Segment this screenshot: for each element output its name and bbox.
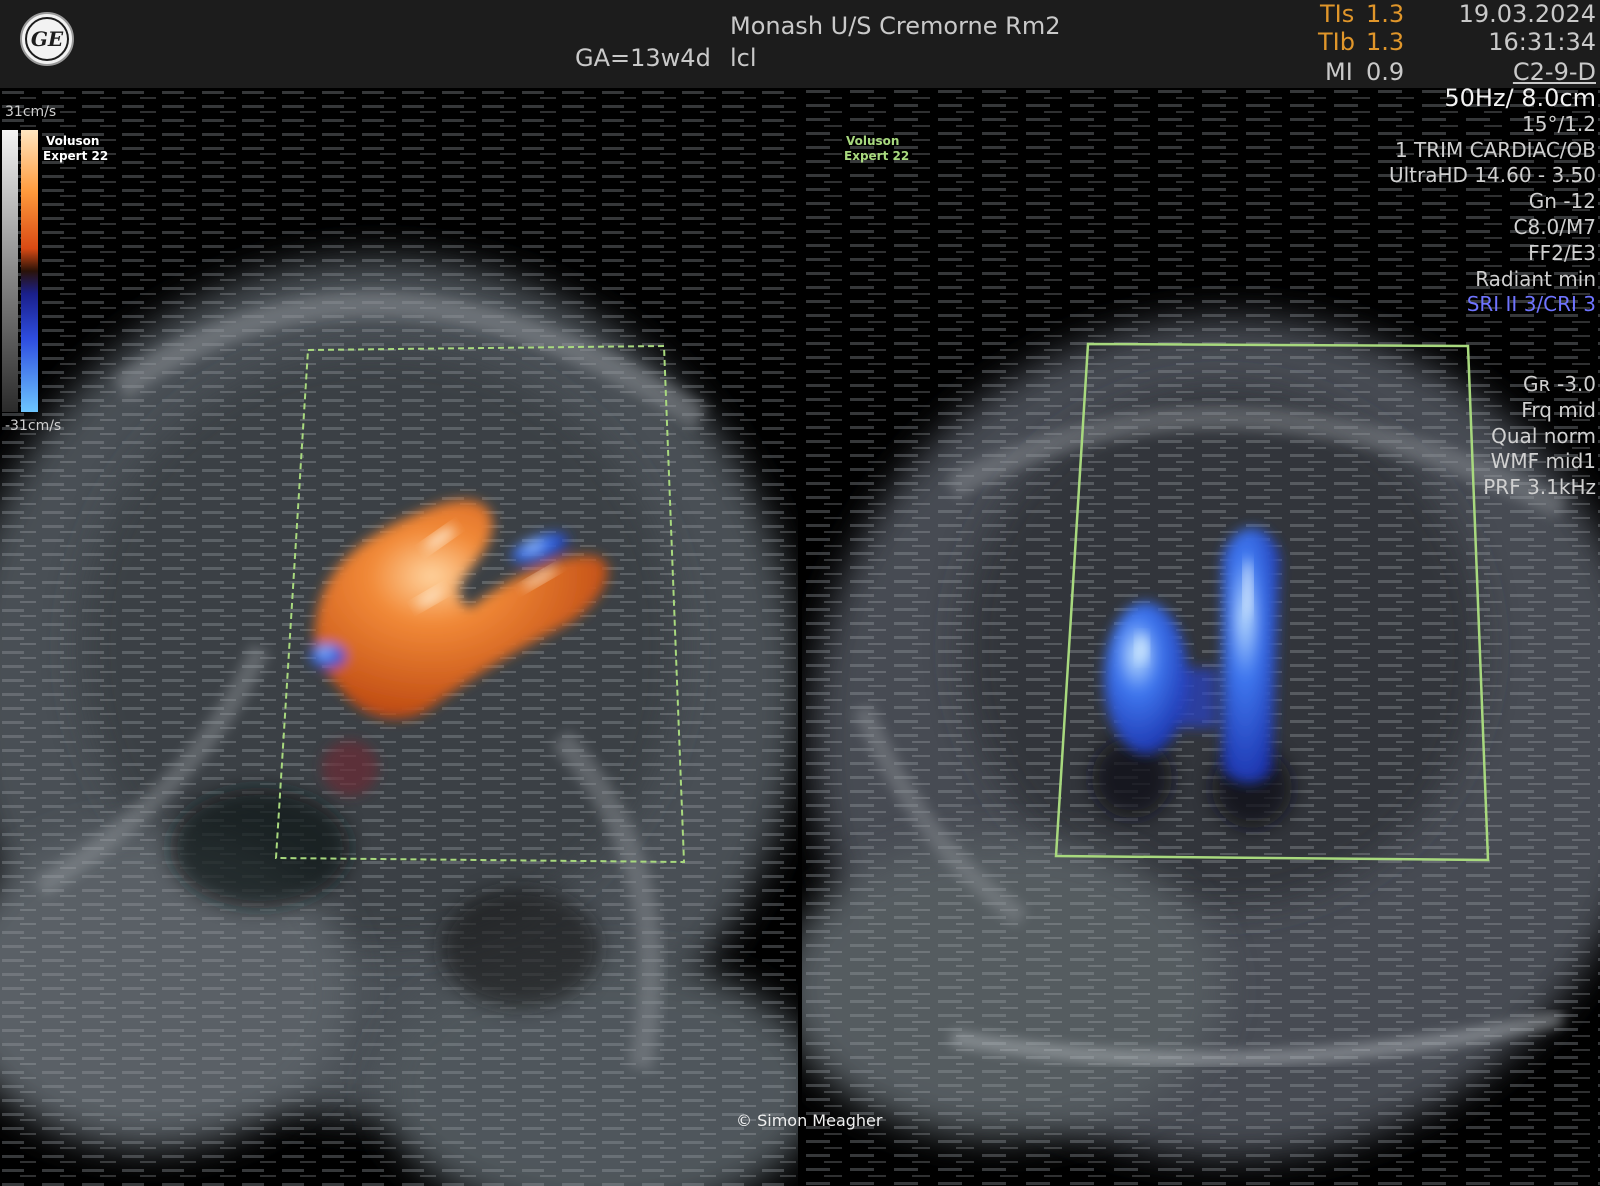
angle-param: 15°/1.2 [1522, 111, 1596, 136]
sri-param: SRI II 3/CRI 3 [1466, 292, 1596, 317]
compression-param: C8.0/M7 [1513, 214, 1597, 239]
tis-value: 1.3 [1366, 0, 1405, 28]
grayscale-bar [2, 130, 18, 412]
gestational-age: GA=13w4d [575, 44, 711, 72]
radiant-param: Radiant min [1475, 266, 1596, 291]
right-voluson-watermark: Voluson Expert 22 [844, 134, 910, 164]
mi-label: MI [1325, 58, 1353, 86]
gain-param: Gn -12 [1528, 189, 1596, 214]
ff-param: FF2/E3 [1528, 240, 1596, 265]
copyright-credit: © Simon Meagher [736, 1111, 883, 1130]
color-gain-param: Gʀ -3.0 [1523, 372, 1596, 396]
mi-value: 0.9 [1366, 58, 1405, 86]
frequency-param: Frq mid [1521, 397, 1596, 422]
left-voluson-watermark: Voluson Expert 22 [43, 134, 109, 164]
velocity-scale-min: -31cm/s [5, 418, 62, 434]
watermark-line1: Voluson [846, 134, 900, 148]
watermark-line2: Expert 22 [844, 149, 910, 163]
frame-rate-depth: 50Hz/ 8.0cm [1444, 84, 1596, 112]
tib-value: 1.3 [1366, 28, 1405, 56]
ge-logo-icon: GE [20, 12, 74, 66]
exam-date: 19.03.2024 [1458, 0, 1596, 28]
watermark-line1: Voluson [46, 134, 100, 148]
imaging-parameters: 50Hz/ 8.0cm 15°/1.2 1 TRIM CARDIAC/OB Ul… [1388, 84, 1597, 318]
operator-id: lcl [730, 44, 757, 72]
quality-param: Qual norm [1491, 423, 1596, 448]
tib-label: TIb [1318, 28, 1355, 56]
wmf-param: WMF mid1 [1490, 449, 1596, 474]
tis-label: TIs [1320, 0, 1355, 28]
watermark-line2: Expert 22 [43, 149, 109, 163]
probe-name[interactable]: C2-9-D [1513, 58, 1596, 86]
left-ultrasound-image [0, 88, 798, 1186]
exam-time: 16:31:34 [1488, 28, 1596, 56]
site-name: Monash U/S Cremorne Rm2 [730, 12, 1061, 40]
preset-param: 1 TRIM CARDIAC/OB [1394, 137, 1596, 162]
ultrahd-param: UltraHD 14.60 - 3.50 [1388, 163, 1596, 188]
prf-param: PRF 3.1kHz [1483, 475, 1596, 500]
header-bar: GE GA=13w4d Monash U/S Cremorne Rm2 lcl … [0, 0, 1600, 88]
left-ultrasound-panel[interactable] [0, 88, 798, 1186]
ge-logo-text: GE [25, 17, 69, 61]
velocity-scale-max: 31cm/s [5, 104, 57, 120]
color-flow-parameters: Gʀ -3.0 Frq mid Qual norm WMF mid1 PRF 3… [1483, 372, 1596, 501]
color-velocity-scale-bar [21, 130, 38, 412]
